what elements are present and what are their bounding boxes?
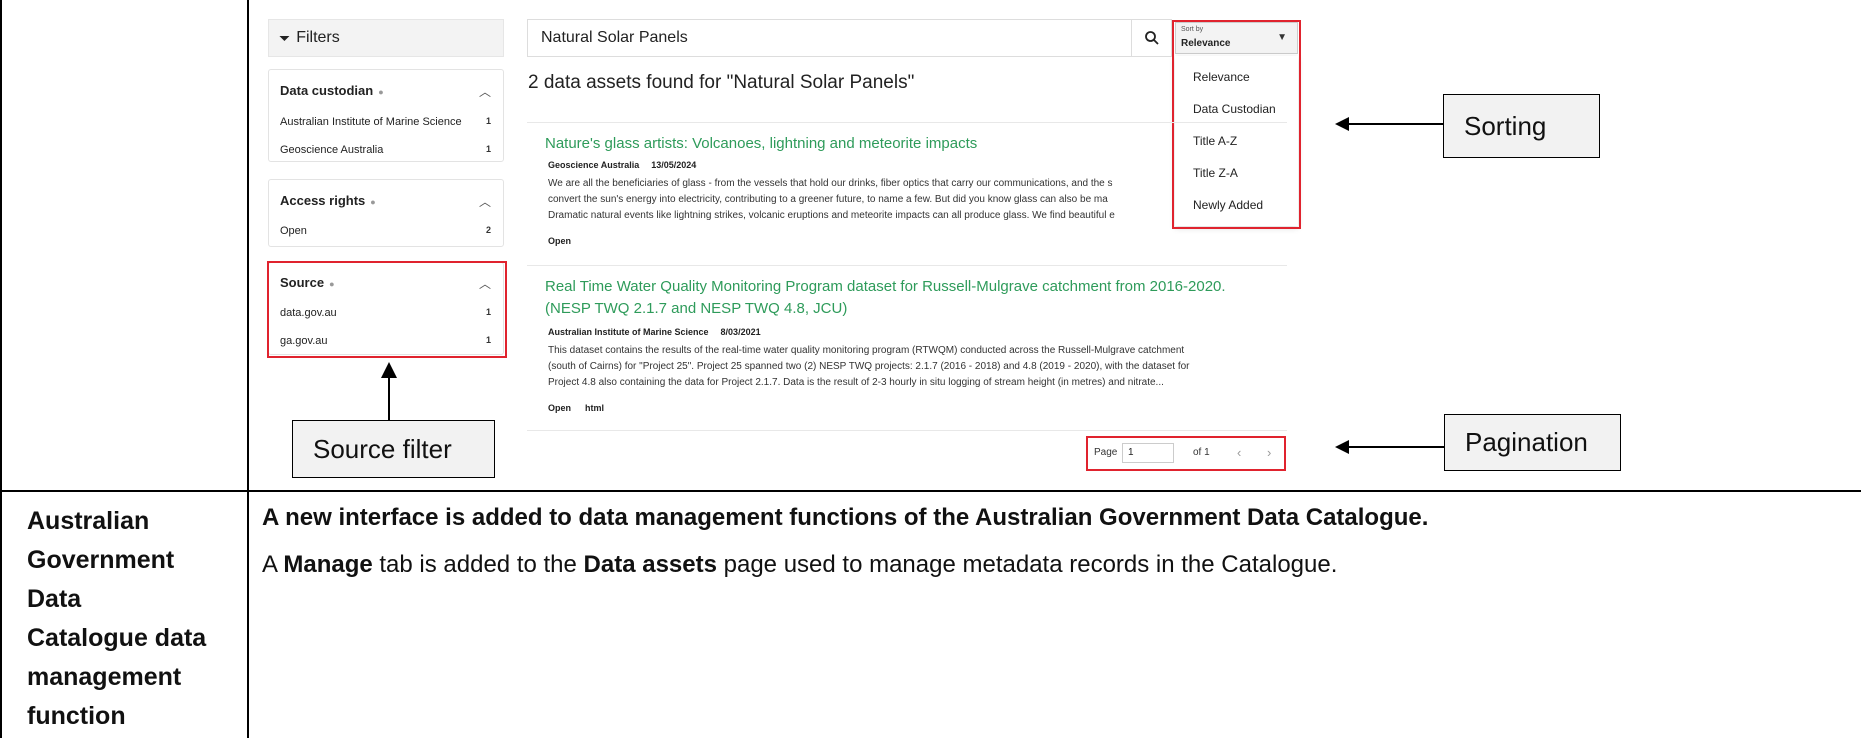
table-row-divider [0, 490, 1861, 492]
result-divider [527, 430, 1287, 431]
filter-group-access-rights: Access rights ● ︿ Open 2 [268, 179, 504, 247]
result-meta: Australian Institute of Marine Science 8/… [548, 327, 761, 337]
change-description: A Manage tab is added to the Data assets… [262, 551, 1338, 578]
change-heading: A new interface is added to data managem… [262, 504, 1429, 531]
filter-group-title: Data custodian [280, 83, 374, 98]
help-icon[interactable]: ● [370, 197, 375, 207]
result-divider [527, 265, 1287, 266]
filter-group-title: Access rights [280, 193, 366, 208]
search-input[interactable]: Natural Solar Panels [527, 19, 1132, 57]
result-meta: Geoscience Australia 13/05/2024 [548, 160, 697, 170]
sorting-arrow-line [1347, 123, 1443, 125]
table-row-label: Australian Government Data Catalogue dat… [27, 507, 207, 730]
sorting-callout: Sorting [1443, 94, 1600, 158]
source-arrow-line [388, 378, 390, 420]
result-tags: Open html [548, 403, 605, 413]
arrow-left-icon [1335, 440, 1349, 454]
search-button[interactable] [1132, 19, 1172, 57]
filter-option[interactable]: Geoscience Australia 1 [280, 144, 491, 156]
results-count: 2 data assets found for "Natural Solar P… [528, 72, 915, 93]
source-highlight-box [267, 261, 507, 358]
filters-title: Filters [296, 29, 340, 46]
arrow-left-icon [1335, 117, 1349, 131]
arrow-up-icon [381, 362, 397, 378]
result-divider [527, 122, 1287, 123]
chevron-up-icon[interactable]: ︿ [479, 193, 491, 210]
result-title-link[interactable]: Nature's glass artists: Volcanoes, light… [545, 133, 977, 155]
pagination-arrow-line [1347, 446, 1444, 448]
pagination-highlight-box [1086, 436, 1286, 471]
result-title-link[interactable]: Real Time Water Quality Monitoring Progr… [545, 276, 1226, 320]
filter-option[interactable]: Australian Institute of Marine Science 1 [280, 116, 491, 128]
result-tags: Open [548, 236, 572, 246]
filter-group-data-custodian: Data custodian ● ︿ Australian Institute o… [268, 69, 504, 162]
filters-header[interactable]: ⏷ Filters [268, 19, 504, 57]
source-filter-callout: Source filter [292, 420, 495, 478]
pagination-callout: Pagination [1444, 414, 1621, 471]
chevron-up-icon[interactable]: ︿ [479, 83, 491, 100]
table-column-divider [247, 0, 249, 738]
table-border-left [0, 0, 2, 738]
filter-option[interactable]: Open 2 [280, 225, 491, 237]
help-icon[interactable]: ● [378, 87, 383, 97]
filter-icon: ⏷ [279, 29, 291, 46]
search-icon [1144, 31, 1159, 45]
result-description: We are all the beneficiaries of glass - … [548, 178, 1115, 221]
result-description: This dataset contains the results of the… [548, 345, 1190, 388]
